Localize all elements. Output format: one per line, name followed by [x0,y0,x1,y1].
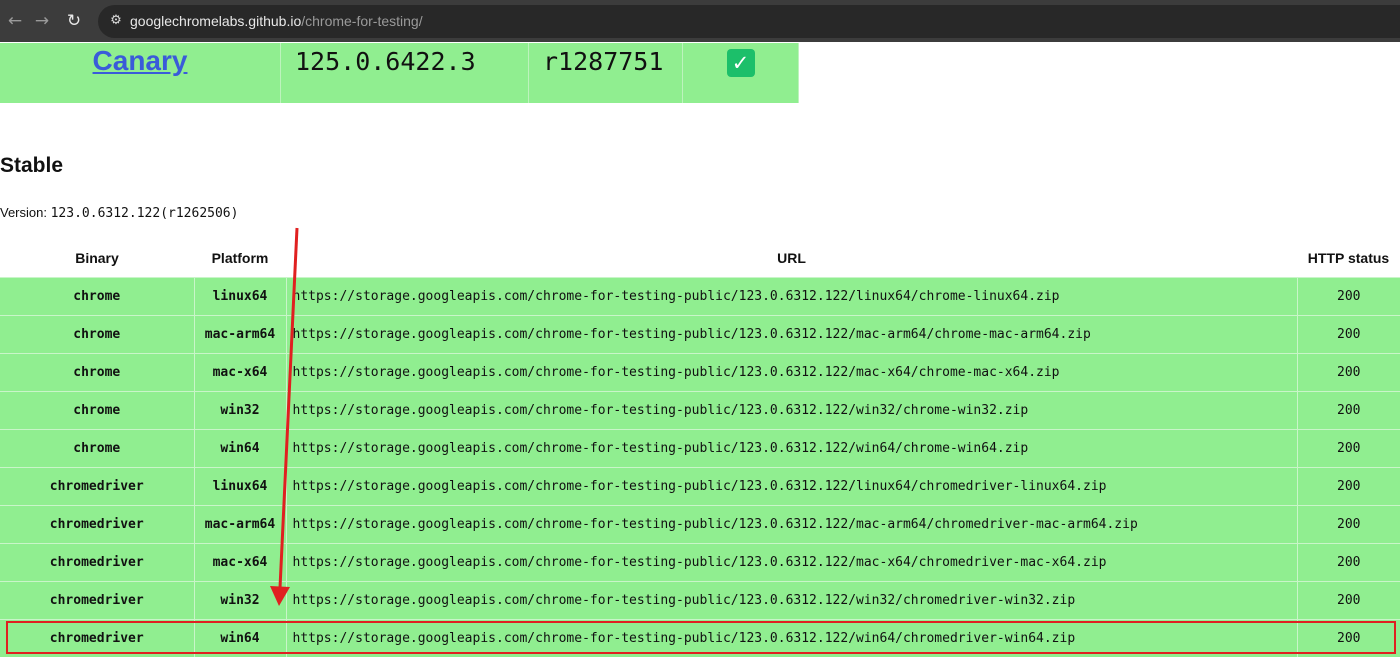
stable-version-line: Version: 123.0.6312.122(r1262506) [0,205,238,221]
url-cell[interactable]: https://storage.googleapis.com/chrome-fo… [286,620,1297,657]
status-cell: 200 [1297,392,1400,430]
header-binary: Binary [0,239,194,278]
url-cell[interactable]: https://storage.googleapis.com/chrome-fo… [286,468,1297,506]
binary-cell: chromedriver [0,620,194,657]
url-cell[interactable]: https://storage.googleapis.com/chrome-fo… [286,506,1297,544]
canary-status-cell: ✓ [683,43,799,103]
canary-revision-cell: r1287751 [529,43,683,103]
binary-cell: chrome [0,430,194,468]
address-bar[interactable]: ⚙ googlechromelabs.github.io/chrome-for-… [98,5,1400,38]
status-cell: 200 [1297,506,1400,544]
browser-toolbar: ← → ↻ ⚙ googlechromelabs.github.io/chrom… [0,0,1400,42]
binary-cell: chrome [0,354,194,392]
platform-cell: win32 [194,392,286,430]
canary-link[interactable]: Canary [0,43,280,77]
platform-cell: linux64 [194,468,286,506]
canary-version-cell: 125.0.6422.3 [281,43,529,103]
address-bar-url[interactable]: googlechromelabs.github.io/chrome-for-te… [130,13,423,29]
binary-cell: chrome [0,316,194,354]
url-cell[interactable]: https://storage.googleapis.com/chrome-fo… [286,278,1297,316]
status-cell: 200 [1297,278,1400,316]
binary-cell: chrome [0,278,194,316]
platform-cell: win64 [194,430,286,468]
status-cell: 200 [1297,544,1400,582]
stable-version: 123.0.6312.122 [51,206,161,221]
platform-cell: mac-arm64 [194,316,286,354]
table-row: chromedriverwin64https://storage.googlea… [0,620,1400,657]
table-body: chromelinux64https://storage.googleapis.… [0,278,1400,657]
platform-cell: mac-x64 [194,354,286,392]
header-platform: Platform [194,239,286,278]
table-row: chromedriverwin32https://storage.googlea… [0,582,1400,620]
stable-heading: Stable [0,154,63,178]
status-cell: 200 [1297,620,1400,657]
platform-cell: win64 [194,620,286,657]
table-row: chromemac-x64https://storage.googleapis.… [0,354,1400,392]
url-cell[interactable]: https://storage.googleapis.com/chrome-fo… [286,316,1297,354]
status-cell: 200 [1297,582,1400,620]
platform-cell: mac-arm64 [194,506,286,544]
table-row: chromewin64https://storage.googleapis.co… [0,430,1400,468]
url-cell[interactable]: https://storage.googleapis.com/chrome-fo… [286,430,1297,468]
table-row: chromemac-arm64https://storage.googleapi… [0,316,1400,354]
reload-icon[interactable]: ↻ [63,10,85,32]
header-http-status: HTTP status [1297,239,1400,278]
url-cell[interactable]: https://storage.googleapis.com/chrome-fo… [286,544,1297,582]
binary-cell: chrome [0,392,194,430]
forward-arrow-icon[interactable]: → [31,10,53,32]
table-row: chromedrivermac-arm64https://storage.goo… [0,506,1400,544]
table-row: chromelinux64https://storage.googleapis.… [0,278,1400,316]
platform-cell: linux64 [194,278,286,316]
binary-cell: chromedriver [0,544,194,582]
status-cell: 200 [1297,430,1400,468]
status-cell: 200 [1297,354,1400,392]
canary-channel-cell: Canary [0,43,281,103]
platform-cell: win32 [194,582,286,620]
site-info-icon[interactable]: ⚙ [106,11,126,31]
url-cell[interactable]: https://storage.googleapis.com/chrome-fo… [286,392,1297,430]
downloads-table: Binary Platform URL HTTP status chromeli… [0,239,1400,657]
table-row: chromedrivermac-x64https://storage.googl… [0,544,1400,582]
binary-cell: chromedriver [0,582,194,620]
binary-cell: chromedriver [0,506,194,544]
canary-row: Canary 125.0.6422.3 r1287751 ✓ [0,43,799,103]
canary-version: 125.0.6422.3 [281,43,528,76]
table-row: chromewin32https://storage.googleapis.co… [0,392,1400,430]
status-cell: 200 [1297,316,1400,354]
url-host: googlechromelabs.github.io [130,13,301,29]
table-row: chromedriverlinux64https://storage.googl… [0,468,1400,506]
url-cell[interactable]: https://storage.googleapis.com/chrome-fo… [286,582,1297,620]
canary-summary-table: Canary 125.0.6422.3 r1287751 ✓ [0,43,799,103]
back-arrow-icon[interactable]: ← [4,10,26,32]
status-cell: 200 [1297,468,1400,506]
url-cell[interactable]: https://storage.googleapis.com/chrome-fo… [286,354,1297,392]
version-label: Version: [0,205,47,220]
canary-revision: r1287751 [529,43,682,76]
platform-cell: mac-x64 [194,544,286,582]
table-header-row: Binary Platform URL HTTP status [0,239,1400,278]
check-icon: ✓ [727,49,755,77]
header-url: URL [286,239,1297,278]
url-path: /chrome-for-testing/ [301,13,422,29]
stable-revision: (r1262506) [160,206,238,221]
binary-cell: chromedriver [0,468,194,506]
